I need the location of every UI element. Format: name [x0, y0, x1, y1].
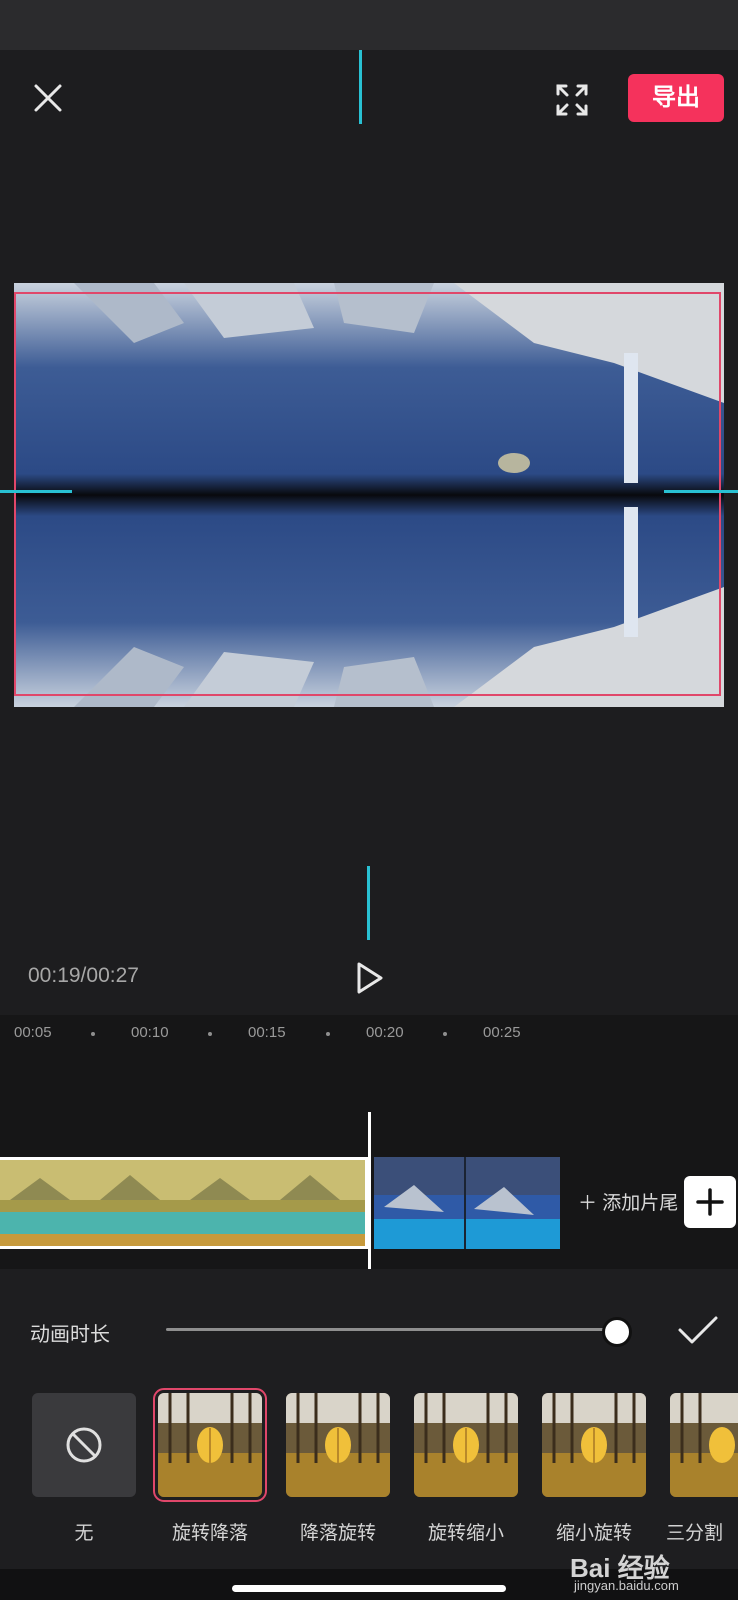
- none-icon: [66, 1427, 102, 1463]
- clip-thumbnail: [374, 1157, 560, 1249]
- animation-thumbnail: [670, 1393, 738, 1497]
- animation-thumbnail: [286, 1393, 390, 1497]
- ruler-dot: [91, 1032, 95, 1036]
- plus-icon: ＋: [578, 1193, 603, 1214]
- animation-option-none[interactable]: [32, 1393, 136, 1497]
- playhead[interactable]: [368, 1112, 371, 1269]
- animation-thumbnail: [414, 1393, 518, 1497]
- ruler-dot: [326, 1032, 330, 1036]
- ruler-tick: 00:10: [131, 1024, 169, 1041]
- animation-option-label: 降落旋转: [299, 1523, 376, 1544]
- close-button[interactable]: [28, 78, 68, 118]
- animation-option-three-split[interactable]: [670, 1393, 738, 1497]
- animation-option-label: 无: [74, 1523, 94, 1544]
- center-guide-right: [664, 490, 738, 493]
- animation-option-label: 旋转降落: [171, 1523, 248, 1544]
- add-ending-button[interactable]: ＋ 添加片尾: [578, 1188, 678, 1215]
- center-guide-top: [359, 50, 362, 124]
- animation-duration-label: 动画时长: [30, 1324, 110, 1346]
- status-bar: [0, 0, 738, 50]
- animation-option-rotate-fall[interactable]: [153, 1388, 267, 1502]
- play-button[interactable]: [354, 960, 386, 996]
- ruler-tick: 00:20: [366, 1024, 404, 1041]
- center-guide-bottom: [367, 866, 370, 940]
- ruler-tick: 00:05: [14, 1024, 52, 1041]
- confirm-button[interactable]: [676, 1312, 720, 1348]
- animation-option-rotate-shrink[interactable]: [414, 1393, 518, 1497]
- playback-timecode: 00:19/00:27: [28, 964, 139, 987]
- video-selection-frame[interactable]: [14, 292, 721, 696]
- animation-thumbnail: [158, 1393, 262, 1497]
- watermark-url: jingyan.baidu.com: [574, 1578, 679, 1593]
- center-guide-left: [0, 490, 72, 493]
- checkmark-icon: [678, 1316, 718, 1344]
- fullscreen-button[interactable]: [552, 80, 592, 120]
- animation-option-label: 三分割: [666, 1523, 724, 1544]
- plus-icon: [696, 1188, 724, 1216]
- export-button[interactable]: 导出: [628, 74, 724, 122]
- clip-thumbnail: [0, 1160, 365, 1246]
- add-ending-label: 添加片尾: [602, 1193, 679, 1214]
- ruler-tick: 00:25: [483, 1024, 521, 1041]
- home-indicator[interactable]: [232, 1585, 506, 1592]
- add-clip-button[interactable]: [684, 1176, 736, 1228]
- duration-slider[interactable]: [166, 1328, 616, 1331]
- ruler-dot: [208, 1032, 212, 1036]
- animation-option-label: 旋转缩小: [427, 1523, 504, 1544]
- ruler-tick: 00:15: [248, 1024, 286, 1041]
- duration-slider-handle[interactable]: [602, 1317, 632, 1347]
- play-icon: [357, 962, 383, 994]
- animation-option-shrink-rotate[interactable]: [542, 1393, 646, 1497]
- video-clip-selected[interactable]: [0, 1157, 368, 1249]
- animation-option-label: 缩小旋转: [555, 1523, 632, 1544]
- close-icon: [34, 84, 62, 112]
- fullscreen-icon: [556, 84, 588, 116]
- animation-thumbnail: [542, 1393, 646, 1497]
- animation-option-fall-rotate[interactable]: [286, 1393, 390, 1497]
- ruler-dot: [443, 1032, 447, 1036]
- video-clip[interactable]: [374, 1157, 560, 1249]
